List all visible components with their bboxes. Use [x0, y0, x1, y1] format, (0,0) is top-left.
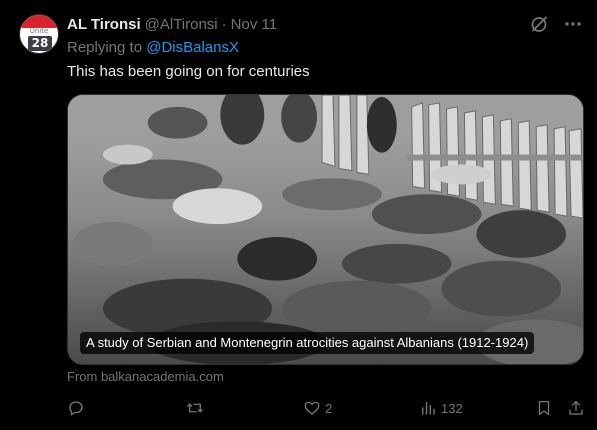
views-icon [422, 402, 435, 415]
repost-button[interactable] [186, 396, 208, 420]
more-icon[interactable] [563, 14, 583, 34]
bookmark-icon [538, 400, 550, 416]
tweet-header: AL Tironsi @AlTironsi · Nov 11 [67, 15, 277, 35]
tweet-media[interactable]: A study of Serbian and Montenegrin atroc… [67, 94, 584, 365]
like-button[interactable]: 2 [303, 396, 332, 420]
reply-icon [69, 401, 83, 416]
author-name[interactable]: AL Tironsi [67, 15, 141, 35]
views-count: 132 [441, 400, 463, 416]
share-icon [569, 400, 583, 415]
views-button[interactable]: 132 [419, 396, 463, 420]
share-button[interactable] [567, 396, 585, 420]
bookmark-button[interactable] [535, 396, 553, 420]
reply-button[interactable] [67, 396, 89, 420]
avatar[interactable]: Unite 28 [19, 14, 59, 54]
grok-icon[interactable] [529, 14, 549, 34]
avatar-top-word: Unite [29, 27, 49, 35]
like-icon [304, 401, 320, 415]
media-caption: A study of Serbian and Montenegrin atroc… [80, 332, 535, 354]
like-count: 2 [325, 400, 333, 416]
action-bar: 2 132 [0, 396, 597, 420]
avatar-number: 28 [28, 36, 52, 51]
repost-icon [187, 403, 203, 413]
tweet-text: This has been going on for centuries [67, 63, 310, 80]
tweet-date[interactable]: Nov 11 [231, 15, 277, 35]
replying-to: Replying to @DisBalansX [67, 38, 239, 58]
media-source[interactable]: From balkanacademia.com [67, 369, 224, 385]
separator-dot: · [221, 16, 227, 33]
author-handle[interactable]: @AlTironsi [145, 15, 218, 35]
tweet-top-actions [515, 14, 583, 34]
tweet[interactable]: Unite 28 AL Tironsi @AlTironsi · Nov 11 … [0, 0, 597, 430]
media-photo [68, 95, 583, 364]
reply-mention-link[interactable]: @DisBalansX [146, 39, 239, 56]
replying-prefix: Replying to [67, 39, 143, 56]
